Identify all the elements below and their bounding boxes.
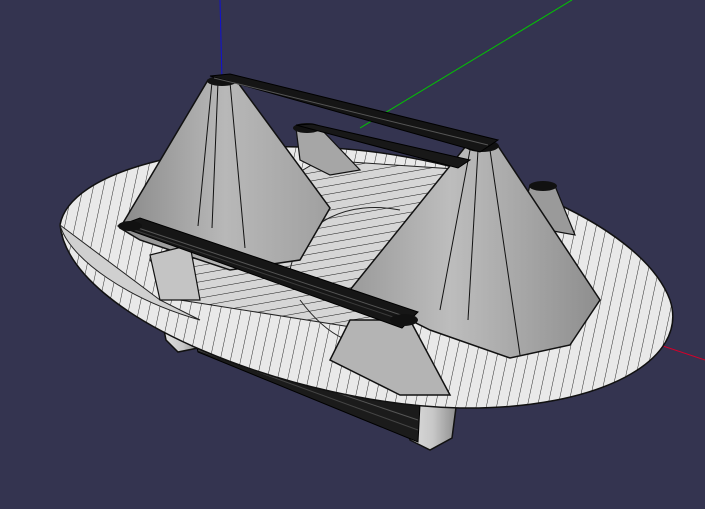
3d-viewport[interactable] [0, 0, 705, 509]
z-axis [219, 0, 223, 81]
x-axis [659, 344, 705, 361]
scene [59, 0, 705, 451]
y-axis [359, 0, 573, 129]
